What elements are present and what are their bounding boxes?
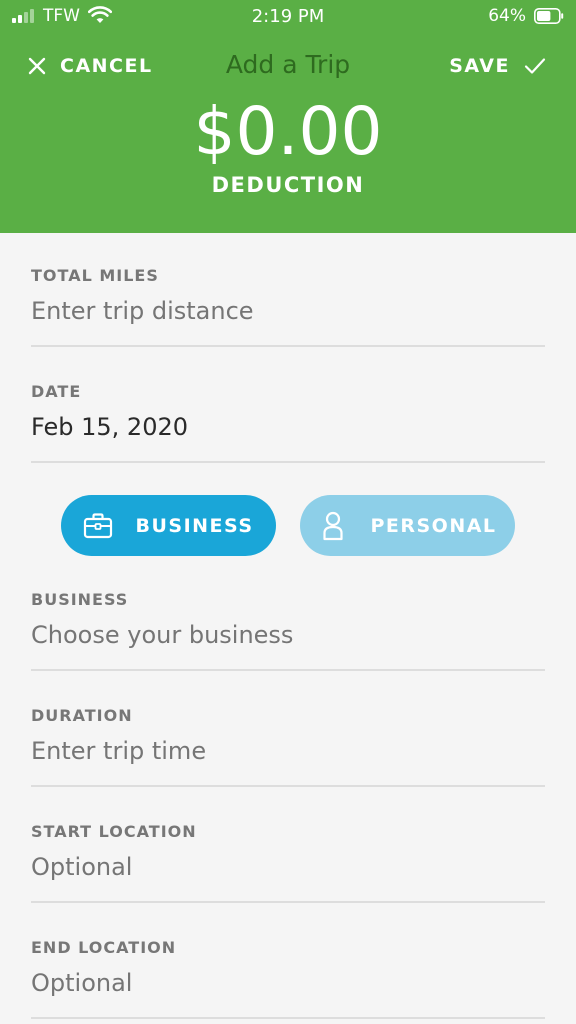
end-location-field: END LOCATION xyxy=(31,938,545,1019)
duration-input[interactable] xyxy=(31,735,545,767)
header: TFW 2:19 PM 64% CANCEL Add a Trip SAVE $… xyxy=(0,0,576,233)
total-miles-field: TOTAL MILES xyxy=(31,266,545,347)
date-label: DATE xyxy=(31,382,82,401)
check-icon xyxy=(524,58,546,74)
divider xyxy=(31,785,545,787)
business-label: BUSINESS xyxy=(31,590,129,609)
personal-toggle-button[interactable]: PERSONAL xyxy=(300,495,515,556)
total-miles-label: TOTAL MILES xyxy=(31,266,159,285)
person-icon xyxy=(318,511,348,541)
divider xyxy=(31,901,545,903)
divider xyxy=(31,461,545,463)
start-location-label: START LOCATION xyxy=(31,822,197,841)
duration-label: DURATION xyxy=(31,706,133,725)
date-value[interactable]: Feb 15, 2020 xyxy=(31,411,545,443)
divider xyxy=(31,1017,545,1019)
business-toggle-label: BUSINESS xyxy=(135,514,254,537)
divider xyxy=(31,345,545,347)
duration-field: DURATION xyxy=(31,706,545,787)
deduction-label: DEDUCTION xyxy=(211,173,365,197)
end-location-input[interactable] xyxy=(31,967,545,999)
save-label: SAVE xyxy=(449,55,510,77)
end-location-label: END LOCATION xyxy=(31,938,177,957)
business-toggle-button[interactable]: BUSINESS xyxy=(61,495,276,556)
battery-percentage: 64% xyxy=(488,6,526,26)
save-button[interactable]: SAVE xyxy=(449,52,546,80)
total-miles-input[interactable] xyxy=(31,295,545,327)
personal-toggle-label: PERSONAL xyxy=(370,514,497,537)
start-location-input[interactable] xyxy=(31,851,545,883)
status-bar: TFW 2:19 PM 64% xyxy=(0,0,576,34)
deduction-amount: $0.00 xyxy=(193,93,383,170)
date-field: DATE Feb 15, 2020 xyxy=(31,382,545,463)
start-location-field: START LOCATION xyxy=(31,822,545,903)
briefcase-icon xyxy=(83,511,113,541)
battery-icon xyxy=(534,8,564,24)
divider xyxy=(31,669,545,671)
business-field: BUSINESS xyxy=(31,590,545,671)
business-input[interactable] xyxy=(31,619,545,651)
